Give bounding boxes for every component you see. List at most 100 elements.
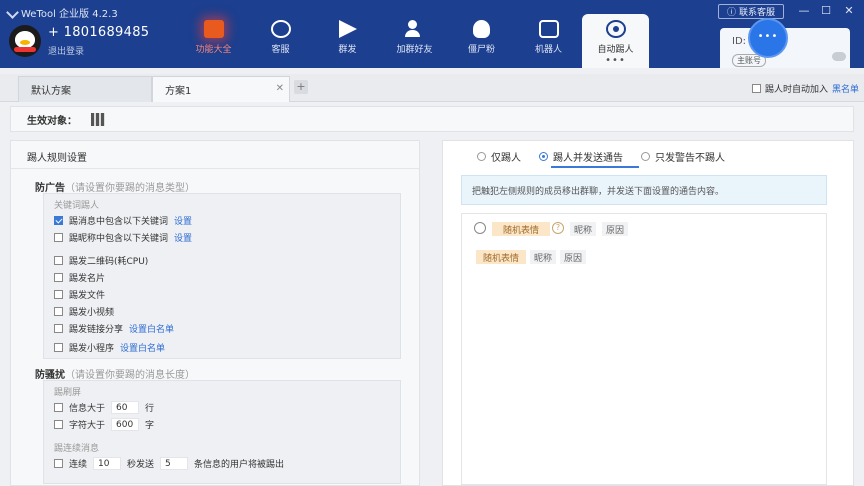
option-warn-only[interactable]: 只发警告不踢人 bbox=[641, 149, 725, 164]
kick-link-row[interactable]: 踢发链接分享 设置白名单 bbox=[54, 322, 174, 335]
consecutive-kick-label: 踢连续消息 bbox=[54, 444, 100, 454]
info-icon: ⓘ bbox=[726, 8, 736, 18]
tab-plan-1[interactable]: 方案1 ✕ bbox=[152, 76, 290, 102]
option-kick-only[interactable]: 仅踢人 bbox=[477, 149, 521, 164]
kick-miniprogram-checkbox[interactable] bbox=[54, 343, 63, 352]
keyword-kick-label: 关键词踢人 bbox=[54, 201, 100, 211]
random-emoji-chip[interactable]: 随机表情 bbox=[476, 250, 526, 264]
kick-card-row[interactable]: 踢发名片 bbox=[54, 271, 105, 284]
nav-send[interactable]: 群发 bbox=[314, 14, 381, 68]
consecutive-count-input[interactable]: 5 bbox=[160, 457, 189, 470]
nav-feature-label: 功能大全 bbox=[195, 45, 232, 55]
nav-zombie-label: 僵尸粉 bbox=[467, 45, 495, 55]
nav-zombie[interactable]: 僵尸粉 bbox=[448, 14, 515, 68]
account-id: + 1801689485 bbox=[48, 25, 150, 40]
consecutive-checkbox[interactable] bbox=[54, 459, 63, 468]
lines-limit-checkbox[interactable] bbox=[54, 403, 63, 412]
chat-bubble-icon[interactable] bbox=[748, 18, 788, 58]
kick-link-checkbox[interactable] bbox=[54, 324, 63, 333]
nav-add-friend[interactable]: 加群好友 bbox=[381, 14, 448, 68]
app-title-text: WeTool 企业版 4.2.3 bbox=[21, 9, 118, 20]
target-row: 生效对象： bbox=[10, 106, 854, 132]
nav-auto-kick[interactable]: 自动踢人 ••• bbox=[582, 14, 649, 68]
kick-video-checkbox[interactable] bbox=[54, 307, 63, 316]
tab-plan-1-label: 方案1 bbox=[165, 86, 192, 97]
lines-limit-row[interactable]: 信息大于 60 行 bbox=[54, 401, 154, 414]
minimize-icon[interactable]: — bbox=[798, 5, 810, 17]
kick-link-whitelist-link[interactable]: 设置白名单 bbox=[129, 322, 174, 335]
notice-editor[interactable]: 随机表情 ? 昵称 原因 随机表情 昵称 原因 bbox=[461, 213, 827, 485]
penguin-beak-icon bbox=[20, 40, 30, 45]
warn-only-radio[interactable] bbox=[641, 152, 650, 161]
emoji-icon[interactable] bbox=[474, 222, 486, 234]
chars-limit-input[interactable]: 600 bbox=[111, 418, 140, 431]
consecutive-label: 连续 bbox=[69, 460, 88, 470]
penguin-scarf-icon bbox=[14, 47, 36, 52]
id-label: ID: bbox=[732, 36, 747, 47]
reason-chip[interactable]: 原因 bbox=[560, 250, 586, 264]
kick-file-row[interactable]: 踢发文件 bbox=[54, 288, 105, 301]
kick-msg-keyword-checkbox[interactable] bbox=[54, 216, 63, 225]
avatar[interactable] bbox=[9, 25, 41, 57]
tab-close-icon[interactable]: ✕ bbox=[276, 83, 284, 94]
nickname-chip[interactable]: 昵称 bbox=[530, 250, 556, 264]
chars-limit-label: 字符大于 bbox=[69, 421, 106, 431]
nav-chat[interactable]: 客服 bbox=[247, 14, 314, 68]
contact-support-button[interactable]: ⓘ 联系客服 bbox=[718, 4, 784, 19]
help-icon[interactable]: ? bbox=[552, 222, 564, 234]
consecutive-tail-text: 条信息的用户将被踢出 bbox=[194, 460, 285, 470]
kick-and-notify-label: 踢人并发送通告 bbox=[553, 153, 623, 164]
random-emoji-tag-button[interactable]: 随机表情 bbox=[492, 222, 550, 236]
kick-nickname-keyword-settings-link[interactable]: 设置 bbox=[174, 231, 192, 244]
plan-tabs: 默认方案 方案1 ✕ + 踢人时自动加入 黑名单 bbox=[0, 74, 864, 102]
kick-card-checkbox[interactable] bbox=[54, 273, 63, 282]
divider bbox=[11, 168, 419, 169]
wrench-icon bbox=[6, 6, 19, 19]
kick-nickname-keyword-row[interactable]: 踢昵称中包含以下关键词 设置 bbox=[54, 231, 192, 244]
nav-auto-kick-label: 自动踢人 bbox=[597, 45, 634, 55]
maximize-icon[interactable]: ☐ bbox=[820, 5, 832, 17]
auto-add-checkbox[interactable] bbox=[752, 84, 761, 93]
logout-link[interactable]: 退出登录 bbox=[48, 44, 84, 57]
consecutive-seconds-input[interactable]: 10 bbox=[93, 457, 122, 470]
chars-limit-row[interactable]: 字符大于 600 字 bbox=[54, 418, 154, 431]
lines-limit-unit: 行 bbox=[145, 404, 155, 414]
kick-only-radio[interactable] bbox=[477, 152, 486, 161]
kick-qrcode-checkbox[interactable] bbox=[54, 256, 63, 265]
option-kick-and-notify[interactable]: 踢人并发送通告 bbox=[539, 149, 623, 164]
kick-only-label: 仅踢人 bbox=[491, 153, 521, 164]
warn-only-label: 只发警告不踢人 bbox=[655, 153, 725, 164]
nav-robot[interactable]: 机器人 bbox=[515, 14, 582, 68]
auto-add-label: 踢人时自动加入 bbox=[765, 85, 829, 95]
nickname-tag-button[interactable]: 昵称 bbox=[570, 222, 596, 236]
close-icon[interactable]: ✕ bbox=[843, 5, 855, 17]
blacklist-link[interactable]: 黑名单 bbox=[832, 82, 859, 95]
kick-miniprogram-whitelist-link[interactable]: 设置白名单 bbox=[120, 341, 165, 354]
send-icon bbox=[338, 20, 357, 38]
kick-msg-keyword-row[interactable]: 踢消息中包含以下关键词 设置 bbox=[54, 214, 192, 227]
reason-tag-button[interactable]: 原因 bbox=[602, 222, 628, 236]
chars-limit-unit: 字 bbox=[145, 421, 155, 431]
group-select-icon[interactable] bbox=[91, 112, 105, 126]
kick-nickname-keyword-label: 踢昵称中包含以下关键词 bbox=[69, 234, 169, 244]
kick-and-notify-radio[interactable] bbox=[539, 152, 548, 161]
more-icon[interactable]: ••• bbox=[605, 55, 626, 66]
lines-limit-input[interactable]: 60 bbox=[111, 401, 140, 414]
kick-msg-keyword-settings-link[interactable]: 设置 bbox=[174, 214, 192, 227]
tab-default-plan[interactable]: 默认方案 bbox=[18, 76, 152, 102]
anti-ad-box: 关键词踢人 踢消息中包含以下关键词 设置 踢昵称中包含以下关键词 设置 踢发二维… bbox=[43, 193, 401, 359]
nav-feature[interactable]: 功能大全 bbox=[180, 14, 247, 68]
kick-video-row[interactable]: 踢发小视频 bbox=[54, 305, 114, 318]
kick-nickname-keyword-checkbox[interactable] bbox=[54, 233, 63, 242]
kick-qrcode-row[interactable]: 踢发二维码(耗CPU) bbox=[54, 254, 148, 267]
kick-file-checkbox[interactable] bbox=[54, 290, 63, 299]
kick-miniprogram-row[interactable]: 踢发小程序 设置白名单 bbox=[54, 341, 165, 354]
chars-limit-checkbox[interactable] bbox=[54, 420, 63, 429]
kick-qrcode-label: 踢发二维码(耗CPU) bbox=[69, 257, 149, 267]
auto-add-blacklist-option[interactable]: 踢人时自动加入 黑名单 bbox=[752, 82, 859, 95]
anti-ad-title: 防广告（请设置你要踢的消息类型） bbox=[35, 179, 195, 194]
add-tab-button[interactable]: + bbox=[294, 80, 308, 94]
flood-kick-label: 踢刷屏 bbox=[54, 388, 82, 398]
kick-video-label: 踢发小视频 bbox=[69, 308, 115, 318]
consecutive-row[interactable]: 连续 10 秒发送 5 条信息的用户将被踢出 bbox=[54, 457, 284, 470]
